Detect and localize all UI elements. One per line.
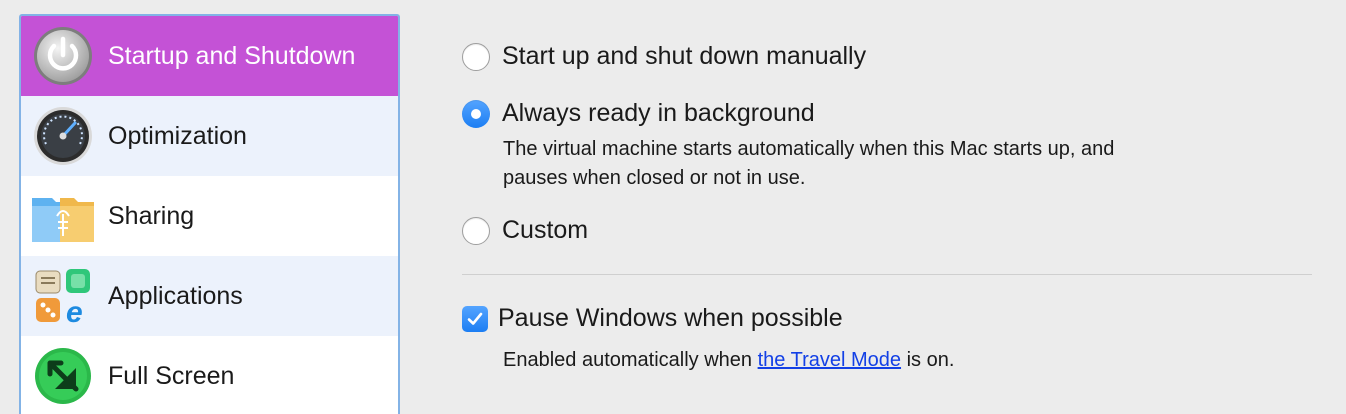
radio-custom[interactable]: Custom [462, 216, 588, 245]
travel-mode-note: Enabled automatically when the Travel Mo… [503, 346, 954, 375]
applications-icon: e [33, 266, 93, 329]
sidebar-item-label: Applications [108, 282, 243, 310]
description-line: pauses when closed or not in use. [503, 167, 806, 189]
svg-text:e: e [66, 296, 83, 326]
full-screen-icon [33, 346, 93, 406]
settings-sidebar: Startup and Shutdown Optimization Sharin… [19, 14, 400, 414]
sidebar-item-sharing[interactable]: Sharing [21, 176, 398, 256]
radio-button[interactable] [462, 99, 490, 128]
radio-button[interactable] [462, 42, 490, 71]
sidebar-item-full-screen[interactable]: Full Screen [21, 336, 398, 414]
sidebar-item-label: Optimization [108, 122, 247, 150]
power-icon [33, 26, 93, 86]
sidebar-item-label: Full Screen [108, 362, 235, 390]
radio-label: Start up and shut down manually [502, 42, 867, 70]
section-divider [462, 274, 1312, 275]
checkbox-label: Pause Windows when possible [498, 304, 843, 332]
radio-label: Custom [502, 216, 589, 244]
sidebar-item-label: Startup and Shutdown [108, 42, 356, 70]
pause-windows-checkbox-row[interactable]: Pause Windows when possible [462, 304, 843, 333]
radio-label: Always ready in background [502, 99, 815, 127]
radio-always-ready[interactable]: Always ready in background [462, 99, 815, 128]
speedometer-icon [33, 106, 93, 166]
note-text: is on. [901, 349, 955, 371]
sidebar-item-startup-and-shutdown[interactable]: Startup and Shutdown [21, 16, 398, 96]
radio-start-manually[interactable]: Start up and shut down manually [462, 42, 866, 71]
sidebar-item-optimization[interactable]: Optimization [21, 96, 398, 176]
always-ready-description: The virtual machine starts automatically… [503, 135, 1114, 193]
checkbox[interactable] [462, 305, 488, 332]
description-line: The virtual machine starts automatically… [503, 138, 1115, 160]
checkmark-icon [467, 312, 483, 325]
shared-folder-icon [32, 186, 94, 246]
radio-button[interactable] [462, 216, 490, 245]
travel-mode-link[interactable]: the Travel Mode [758, 349, 901, 371]
sidebar-item-label: Sharing [108, 202, 195, 230]
note-text: Enabled automatically when [503, 349, 758, 371]
sidebar-item-applications[interactable]: e Applications [21, 256, 398, 336]
